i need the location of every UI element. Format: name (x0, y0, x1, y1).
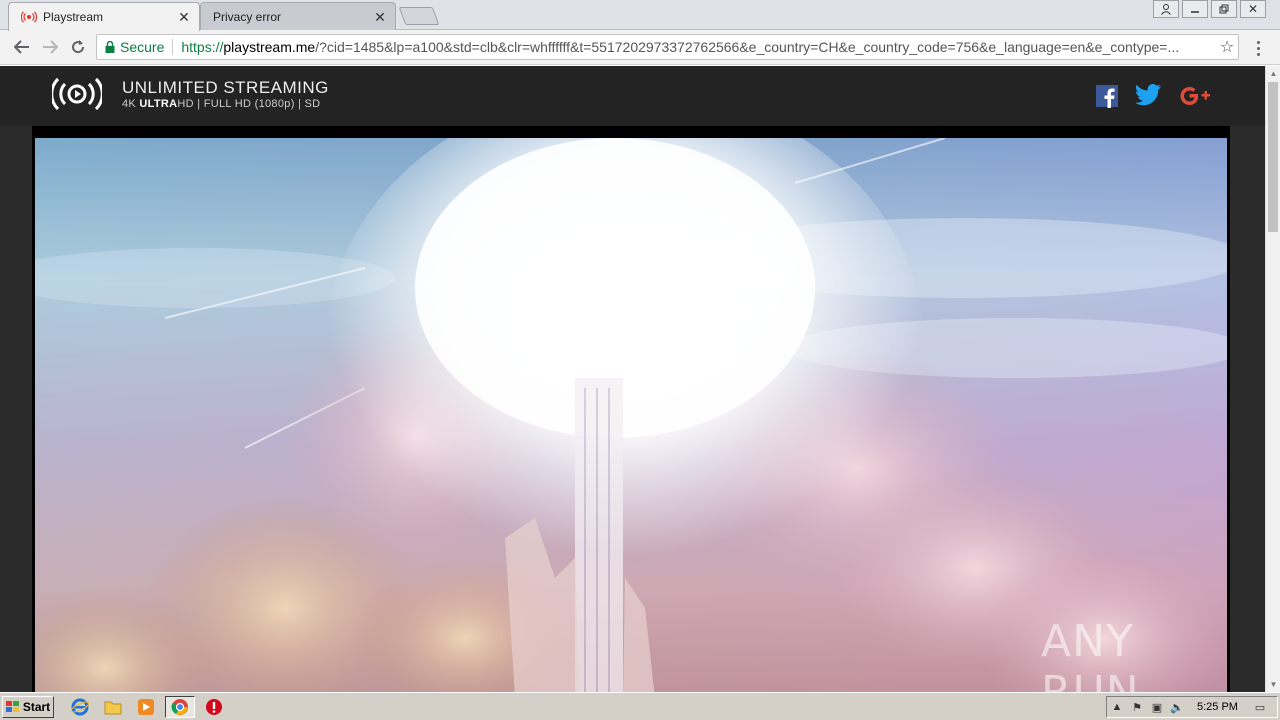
window-controls: ✕ (1150, 0, 1266, 18)
web-page: UNLIMITED STREAMING 4K ULTRAHD | FULL HD… (0, 66, 1265, 692)
subtitle-ultra: ULTRA (139, 98, 178, 110)
subtitle-rest: HD | FULL HD (1080p) | SD (177, 98, 321, 110)
site-title: UNLIMITED STREAMING (122, 78, 329, 97)
scroll-up-arrow-icon[interactable]: ▲ (1266, 66, 1280, 81)
start-button[interactable]: Start (2, 696, 54, 718)
opera-icon[interactable] (202, 696, 226, 718)
broadcast-icon (21, 9, 37, 25)
new-tab-button[interactable] (398, 7, 440, 25)
tab-title: Playstream (43, 10, 104, 24)
network-icon[interactable]: ▣ (1147, 701, 1167, 714)
site-header: UNLIMITED STREAMING 4K ULTRAHD | FULL HD… (0, 66, 1265, 126)
url-text[interactable]: https://playstream.me/?cid=1485&lp=a100&… (181, 39, 1216, 55)
lock-icon (105, 41, 115, 53)
close-icon[interactable]: ✕ (177, 10, 191, 24)
menu-dots-icon[interactable] (1248, 38, 1268, 58)
url-host: playstream.me (223, 39, 316, 55)
broadcast-logo-icon[interactable] (50, 76, 104, 112)
divider (172, 39, 174, 55)
show-desktop-icon[interactable]: ▭ (1250, 701, 1270, 714)
bookmark-star-icon[interactable]: ☆ (1216, 37, 1238, 57)
google-plus-icon[interactable] (1180, 85, 1212, 110)
windows-logo-icon (5, 701, 20, 713)
tab-playstream[interactable]: Playstream ✕ (8, 2, 200, 31)
flag-icon[interactable]: ⚑ (1127, 701, 1147, 714)
vertical-scrollbar[interactable]: ▲ ▼ (1265, 66, 1280, 692)
forward-arrow-icon[interactable] (38, 36, 62, 58)
folder-icon[interactable] (101, 696, 125, 718)
video-player[interactable]: ANY RUN (32, 126, 1230, 692)
video-frame[interactable]: ANY RUN (35, 138, 1227, 692)
browser-toolbar: Secure https://playstream.me/?cid=1485&l… (0, 30, 1280, 65)
anyrun-watermark: ANY RUN (1041, 616, 1139, 692)
scroll-thumb[interactable] (1268, 82, 1278, 232)
clock[interactable]: 5:25 PM (1197, 701, 1238, 713)
tab-privacy-error[interactable]: Privacy error ✕ (200, 2, 396, 30)
internet-explorer-icon[interactable] (68, 696, 92, 718)
start-label: Start (22, 700, 51, 714)
taskbar: Start ▲ ⚑ ▣ 🔈 5:25 PM ▭ (0, 692, 1280, 720)
site-subtitle: 4K ULTRAHD | FULL HD (1080p) | SD (122, 98, 320, 110)
address-bar[interactable]: Secure https://playstream.me/?cid=1485&l… (96, 34, 1239, 60)
tab-title: Privacy error (213, 9, 282, 24)
url-path: /?cid=1485&lp=a100&std=clb&clr=whffffff&… (315, 39, 1180, 55)
facebook-icon[interactable] (1095, 84, 1119, 111)
reload-icon[interactable] (66, 36, 90, 58)
url-scheme: https:// (181, 39, 224, 55)
close-icon[interactable]: ✕ (373, 10, 387, 24)
window-close-icon[interactable]: ✕ (1240, 0, 1266, 18)
show-hidden-icons-icon[interactable]: ▲ (1107, 701, 1127, 713)
chrome-icon[interactable] (165, 696, 195, 718)
clouds-scene-image (35, 138, 1227, 692)
system-tray: ▲ ⚑ ▣ 🔈 5:25 PM ▭ (1106, 696, 1278, 718)
minimize-icon[interactable] (1182, 0, 1208, 18)
secure-label: Secure (120, 39, 165, 55)
back-arrow-icon[interactable] (10, 36, 34, 58)
volume-icon[interactable]: 🔈 (1167, 701, 1187, 714)
twitter-icon[interactable] (1135, 84, 1162, 109)
user-icon[interactable] (1153, 0, 1179, 18)
scroll-down-arrow-icon[interactable]: ▼ (1266, 677, 1280, 692)
media-player-icon[interactable] (134, 696, 158, 718)
secure-indicator[interactable]: Secure (105, 39, 164, 55)
tab-strip: Playstream ✕ Privacy error ✕ ✕ (0, 0, 1280, 31)
restore-icon[interactable] (1211, 0, 1237, 18)
subtitle-4k: 4K (122, 98, 140, 110)
